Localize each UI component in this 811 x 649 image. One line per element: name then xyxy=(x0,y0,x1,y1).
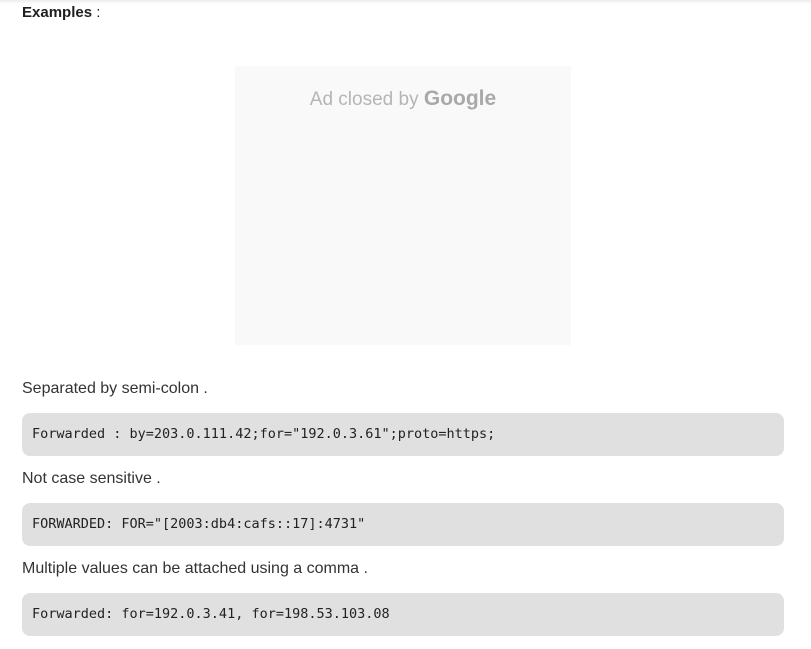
ad-closed-text: Ad closed by xyxy=(309,89,419,110)
code-snippet: Forwarded : by=203.0.111.42;for="192.0.3… xyxy=(32,426,496,442)
examples-heading: Examples : xyxy=(22,4,100,22)
examples-heading-label: Examples xyxy=(22,4,93,21)
ad-placeholder: Ad closed by Google xyxy=(235,66,571,345)
example-description: Separated by semi-colon . xyxy=(22,380,208,397)
code-snippet: Forwarded: for=192.0.3.41, for=198.53.10… xyxy=(32,606,390,622)
code-block: Forwarded : by=203.0.111.42;for="192.0.3… xyxy=(22,413,784,456)
ad-closed-message: Ad closed by Google xyxy=(235,87,571,111)
example-description: Multiple values can be attached using a … xyxy=(22,560,368,577)
code-block: FORWARDED: FOR="[2003:db4:cafs::17]:4731… xyxy=(22,503,784,546)
google-logo: Google xyxy=(423,87,497,110)
code-block: Forwarded: for=192.0.3.41, for=198.53.10… xyxy=(22,593,784,636)
examples-heading-suffix: : xyxy=(92,4,101,21)
example-description: Not case sensitive . xyxy=(22,470,161,487)
code-snippet: FORWARDED: FOR="[2003:db4:cafs::17]:4731… xyxy=(32,516,366,532)
top-divider xyxy=(0,0,811,4)
